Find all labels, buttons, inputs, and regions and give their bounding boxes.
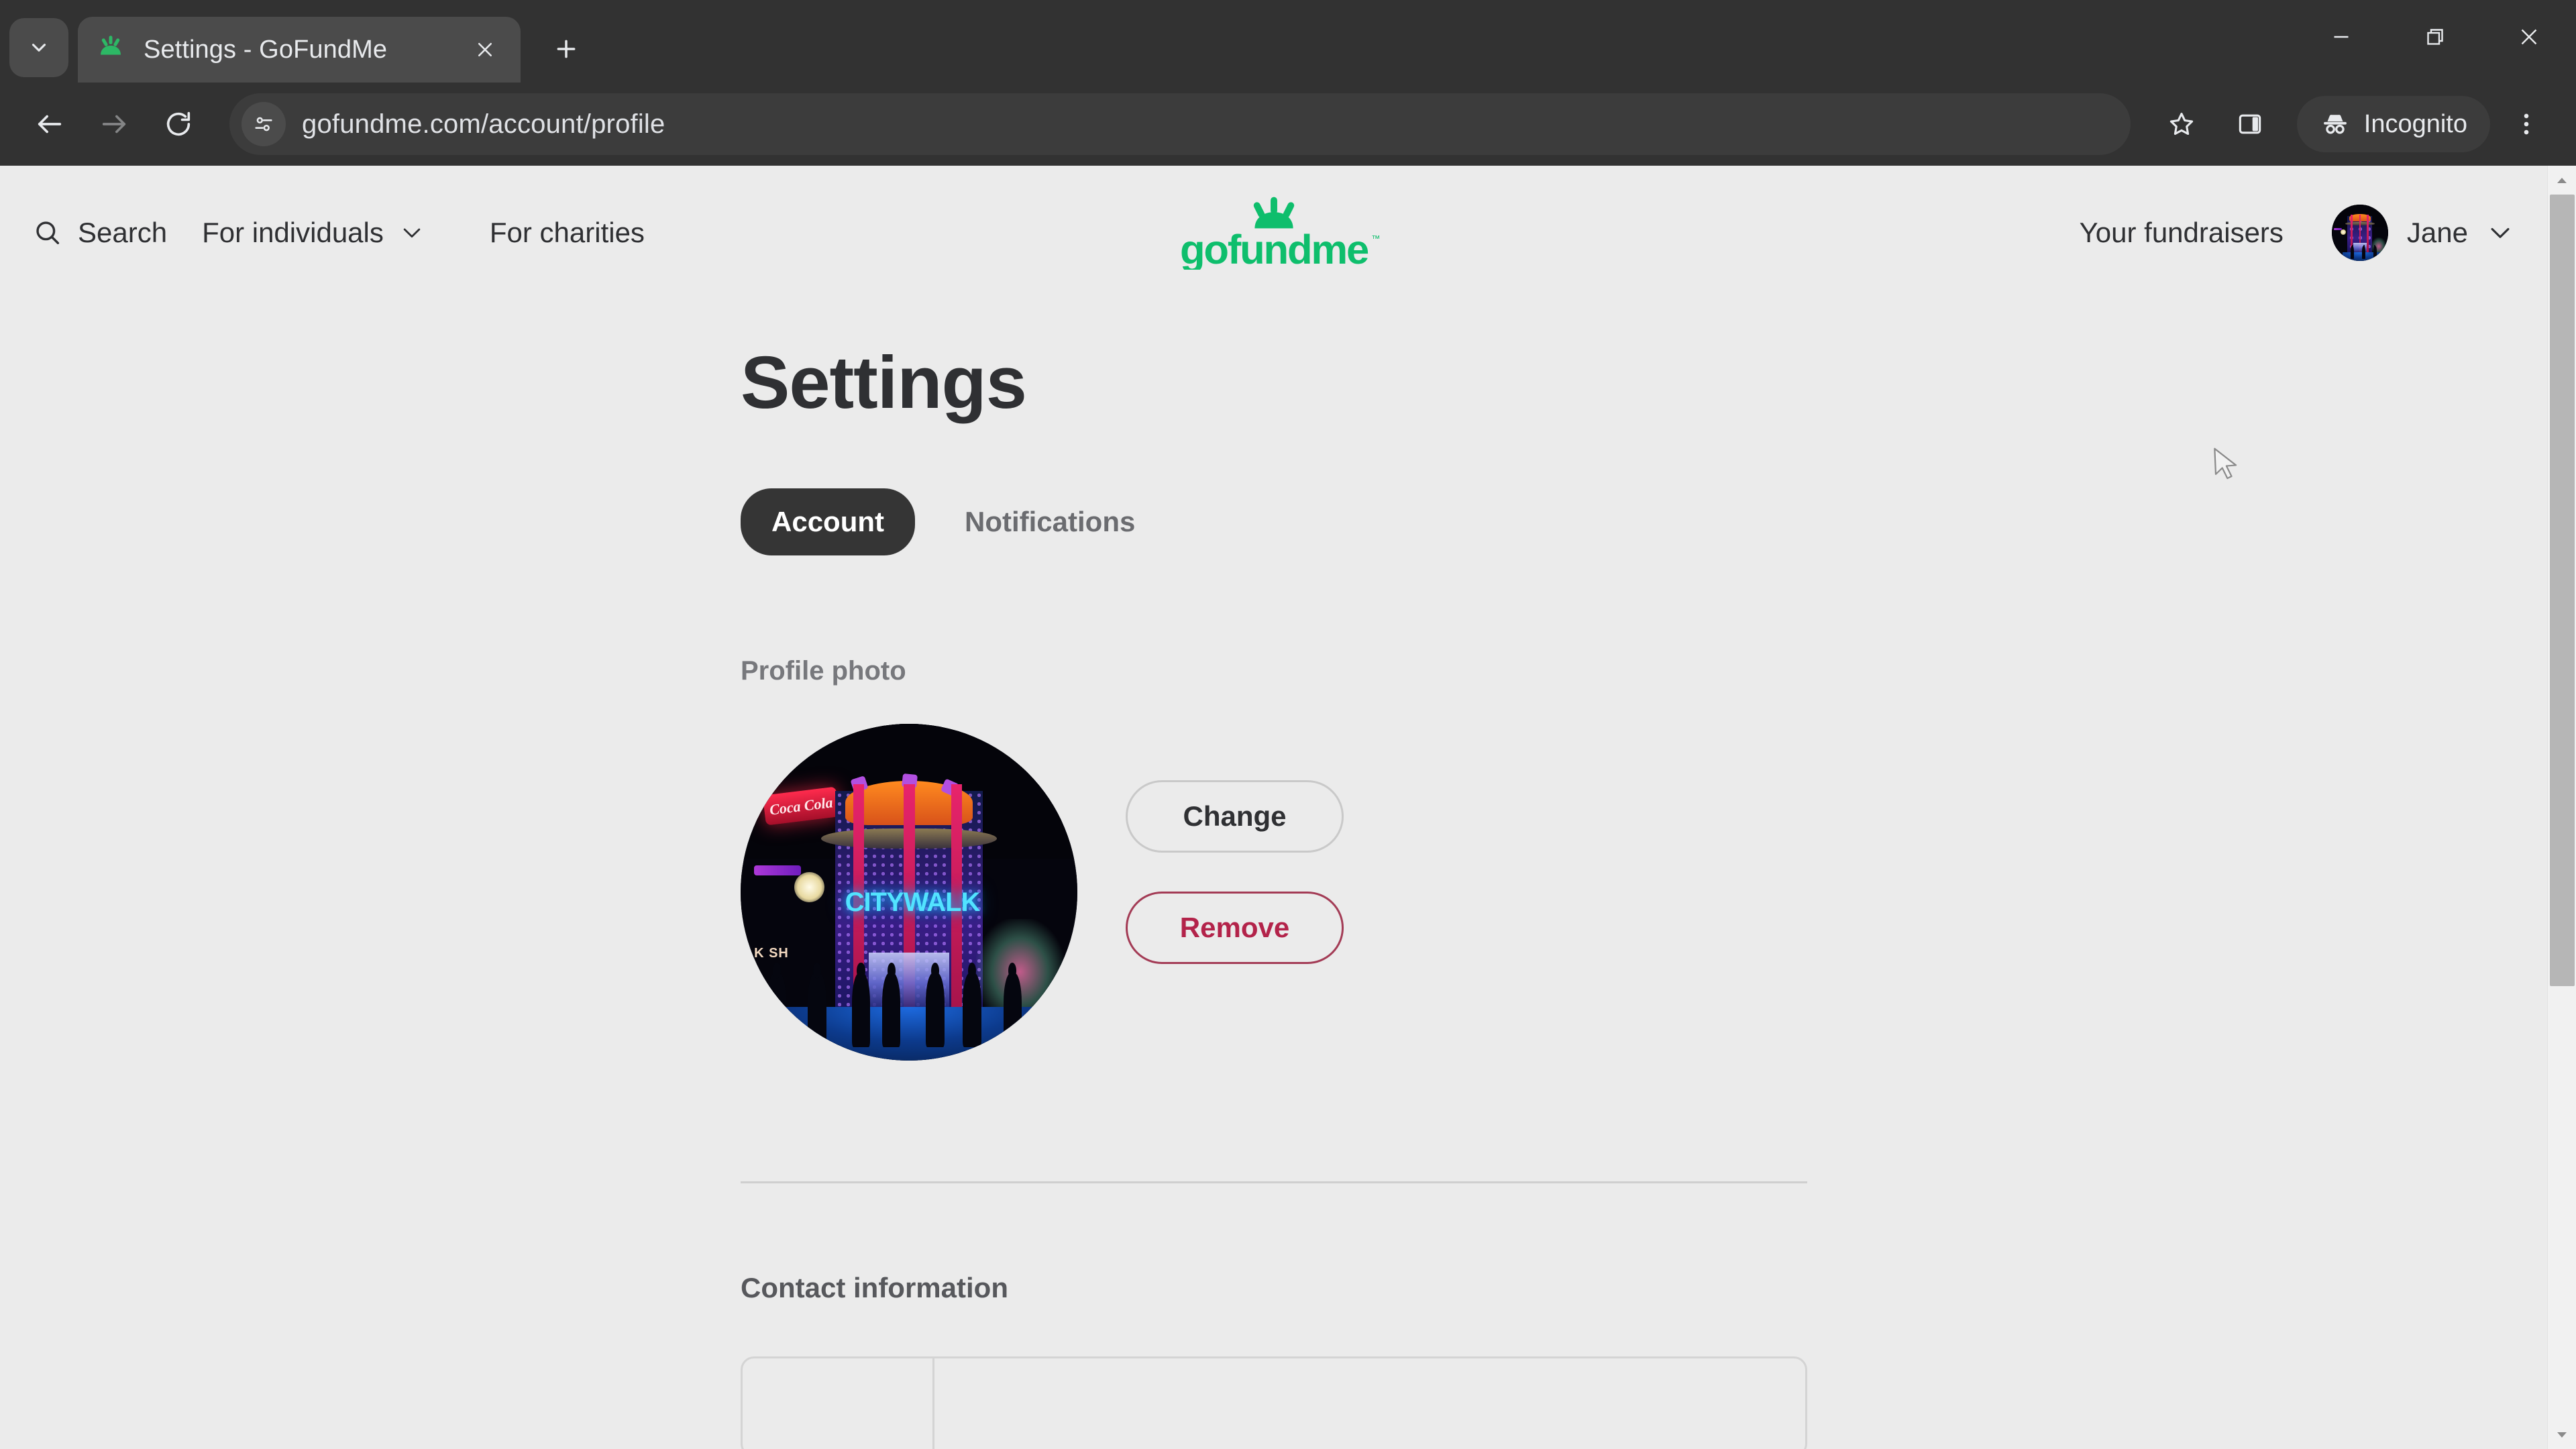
scroll-up-button[interactable] [2548,166,2576,195]
svg-text:™: ™ [1371,233,1380,244]
gofundme-page: Search For individuals For charities gof… [0,166,2547,1449]
close-icon [2521,29,2537,45]
tab-notifications[interactable]: Notifications [934,488,1166,555]
incognito-icon [2323,115,2347,134]
scroll-down-arrow-icon [2557,1432,2567,1438]
profile-photo-row: Coca Cola CITYWALK K SH Change Remove [741,724,1814,1061]
incognito-indicator[interactable]: Incognito [2296,96,2490,152]
close-icon[interactable] [467,32,503,68]
incognito-label: Incognito [2363,109,2467,138]
browser-tab[interactable]: Settings - GoFundMe [78,17,521,83]
nav-search[interactable]: Search [32,217,167,249]
minimize-button[interactable] [2294,0,2388,74]
side-panel-icon [2239,114,2261,134]
address-bar[interactable]: gofundme.com/account/profile [229,93,2131,155]
settings-tab-list: Account Notifications [741,488,1814,555]
restore-icon [2427,29,2443,45]
star-icon [2169,113,2193,136]
url-text: gofundme.com/account/profile [302,109,665,139]
page-title: Settings [741,341,1027,424]
browser-menu-button[interactable] [2494,92,2559,156]
scrollbar-track[interactable] [2548,195,2576,1420]
tab-title: Settings - GoFundMe [144,35,388,64]
your-fundraisers-link[interactable]: Your fundraisers [2080,217,2284,249]
back-button[interactable] [17,92,82,156]
chevron-down-icon[interactable] [2485,218,2515,248]
side-panel-button[interactable] [2218,92,2282,156]
forward-button[interactable] [82,92,146,156]
reload-button[interactable] [146,92,211,156]
forward-arrow-icon [102,115,126,133]
chevron-down-icon [32,44,46,52]
gofundme-logo[interactable]: gofundme ™ [1163,196,1385,270]
three-dot-menu-icon [2524,113,2529,135]
tab-search-button[interactable] [9,18,68,77]
citywalk-marquee: CITYWALK [845,887,981,917]
profile-photo-label: Profile photo [741,656,906,686]
profile-photo-actions: Change Remove [1126,724,1344,964]
citywalk-night-photo: Coca Cola CITYWALK K SH [741,724,1077,1061]
remove-photo-button[interactable]: Remove [1126,892,1344,964]
window-controls [2294,0,2576,74]
nav-for-individuals-label: For individuals [202,217,384,248]
minimize-icon [2334,36,2349,38]
nav-for-charities-label: For charities [489,217,645,248]
avatar-image [2331,205,2388,261]
close-window-button[interactable] [2482,0,2576,74]
search-icon [36,221,60,245]
section-divider [741,1181,1807,1183]
settings-content: Settings Account Notifications Profile p… [741,340,1814,1449]
back-arrow-icon [38,115,62,133]
page-viewport: Search For individuals For charities gof… [0,166,2576,1449]
maximize-button[interactable] [2388,0,2482,74]
field-separator [932,1358,934,1449]
contact-information-field[interactable] [741,1356,1807,1449]
site-header: Search For individuals For charities gof… [0,166,2547,300]
gofundme-favicon [95,34,126,65]
tab-account[interactable]: Account [741,488,915,555]
contact-information-label: Contact information [741,1272,1008,1303]
avatar[interactable] [2331,205,2388,261]
nav-for-individuals[interactable]: For individuals [202,217,425,249]
profile-photo-image: Coca Cola CITYWALK K SH [741,724,1077,1061]
chevron-down-icon [403,228,421,238]
browser-window: Settings - GoFundMe gofundme.com/account… [0,0,2576,1449]
tab-strip: Settings - GoFundMe [0,0,2576,83]
nav-search-label: Search [78,217,168,248]
gofundme-sunrise-icon: gofundme ™ [1179,197,1380,270]
scrollbar-thumb[interactable] [2550,195,2575,986]
scroll-up-arrow-icon [2557,177,2567,183]
scroll-down-button[interactable] [2548,1420,2576,1449]
account-navigation: Your fundraisers Jane [2080,205,2515,261]
plus-icon [557,40,576,58]
primary-navigation: Search For individuals For charities [32,217,645,249]
svg-text:gofundme: gofundme [1179,227,1368,270]
nav-for-charities[interactable]: For charities [490,217,645,249]
change-photo-button[interactable]: Change [1126,780,1344,853]
username-label[interactable]: Jane [2407,217,2468,249]
reload-icon [166,111,191,136]
site-settings-icon[interactable] [241,102,286,146]
new-tab-button[interactable] [541,23,592,74]
bookmark-button[interactable] [2149,92,2214,156]
page-scrollbar[interactable] [2547,166,2576,1449]
browser-toolbar: gofundme.com/account/profile Incognito [0,83,2576,166]
